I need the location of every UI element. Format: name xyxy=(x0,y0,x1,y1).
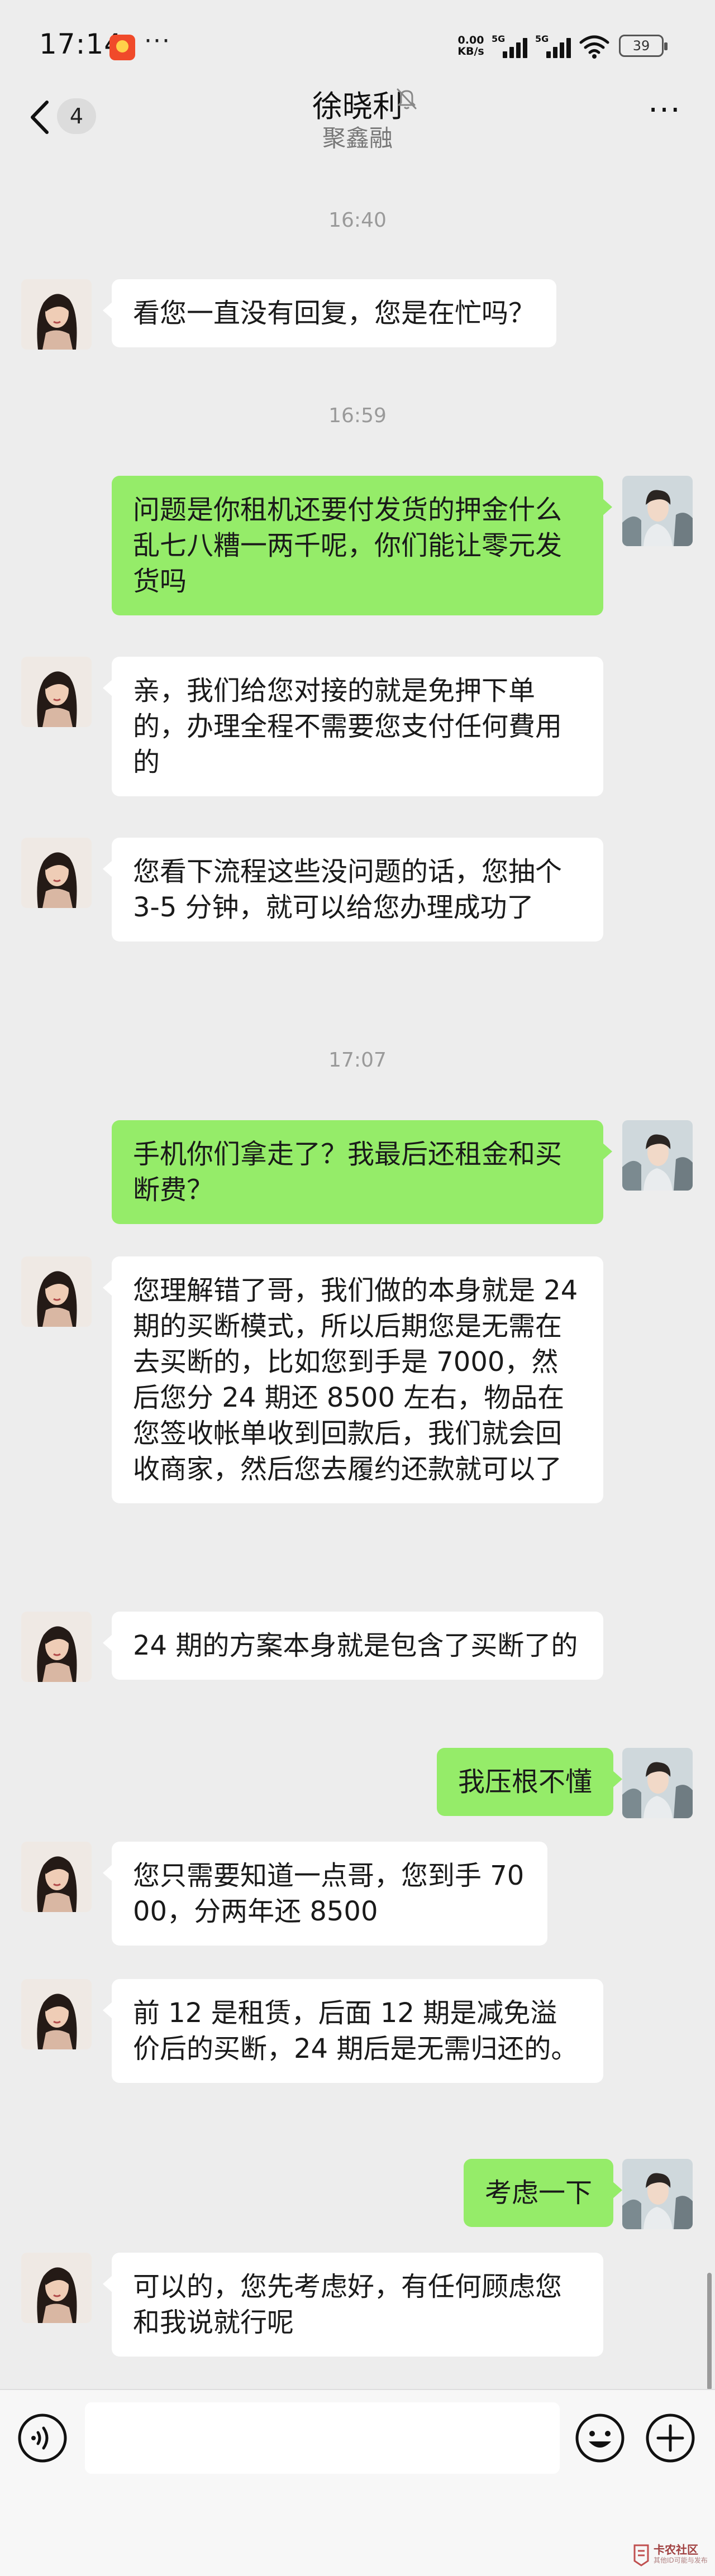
message-bubble-outgoing[interactable]: 我压根不懂 xyxy=(436,1748,623,1816)
chat-more-button[interactable]: ··· xyxy=(648,95,681,133)
my-avatar[interactable] xyxy=(622,2159,693,2229)
mute-bell-icon xyxy=(397,88,417,109)
sim1-label: 5G xyxy=(492,34,506,44)
contact-avatar-picture xyxy=(21,1256,92,1327)
emoji-icon[interactable] xyxy=(574,2412,626,2464)
contact-avatar[interactable] xyxy=(21,2253,92,2323)
message-input[interactable] xyxy=(85,2402,560,2474)
my-avatar[interactable] xyxy=(622,1748,693,1818)
back-arrow-icon[interactable] xyxy=(25,92,58,142)
contact-avatar[interactable] xyxy=(21,1842,92,1912)
my-avatar-picture xyxy=(622,476,693,546)
contact-avatar-picture xyxy=(21,838,92,908)
voice-input-icon[interactable] xyxy=(17,2412,68,2464)
message-bubble-incoming[interactable]: 看您一直没有回复，您是在忙吗？ xyxy=(102,279,557,347)
message-bubble-incoming[interactable]: 可以的，您先考虑好，有任何顾虑您和我说就行呢 xyxy=(103,2253,603,2357)
wifi-icon xyxy=(579,35,609,59)
contact-avatar[interactable] xyxy=(21,838,92,908)
contact-avatar-picture xyxy=(21,1979,92,2049)
contact-avatar-picture xyxy=(21,1842,92,1912)
message-bubble-outgoing[interactable]: 问题是你租机还要付发货的押金什么乱七八糟一两千呢，你们能让零元发货吗 xyxy=(112,476,612,615)
message-timestamp: 17:07 xyxy=(328,1049,387,1072)
community-watermark: 卡农社区 其他ID可能与发布 xyxy=(631,2540,709,2570)
my-avatar[interactable] xyxy=(622,476,693,546)
my-avatar-picture xyxy=(622,1120,693,1191)
message-bubble-incoming[interactable]: 您只需要知道一点哥，您到手 7000，分两年还 8500 xyxy=(103,1842,547,1946)
watermark-subtitle: 其他ID可能与发布 xyxy=(654,2556,708,2564)
contact-avatar-picture xyxy=(21,2253,92,2323)
my-avatar-picture xyxy=(622,2159,693,2229)
status-bar: 17:14 ··· 0.00 KB/s 5G 5G 39 xyxy=(0,0,715,95)
notification-app-icon xyxy=(109,35,135,60)
chat-scrollbar[interactable] xyxy=(707,2273,712,2390)
contact-avatar[interactable] xyxy=(21,1256,92,1327)
my-avatar-picture xyxy=(622,1748,693,1818)
contact-avatar[interactable] xyxy=(21,279,92,350)
contact-avatar[interactable] xyxy=(21,1979,92,2049)
signal-sim1-icon: 5G xyxy=(492,34,534,58)
unread-count-badge[interactable]: 4 xyxy=(57,98,96,134)
message-bubble-outgoing[interactable]: 考虑一下 xyxy=(463,2159,623,2227)
contact-avatar[interactable] xyxy=(21,657,92,727)
contact-company: 聚鑫融 xyxy=(322,125,393,152)
contact-avatar-picture xyxy=(21,279,92,350)
battery-icon: 39 xyxy=(619,35,668,57)
network-speed: 0.00 KB/s xyxy=(454,35,488,57)
message-bubble-incoming[interactable]: 前 12 是租赁，后面 12 期是减免溢价后的买断，24 期后是无需归还的。 xyxy=(103,1979,603,2083)
contact-avatar[interactable] xyxy=(21,1612,92,1682)
message-bubble-incoming[interactable]: 24 期的方案本身就是包含了买断了的 xyxy=(103,1612,603,1680)
message-bubble-outgoing[interactable]: 手机你们拿走了？我最后还租金和买断费？ xyxy=(112,1120,612,1224)
network-speed-value: 0.00 xyxy=(457,34,484,46)
sim2-label: 5G xyxy=(535,34,549,44)
notification-more-icon: ··· xyxy=(144,27,171,55)
watermark-logo-icon xyxy=(633,2544,649,2567)
message-timestamp: 16:59 xyxy=(328,404,387,427)
watermark-title: 卡农社区 xyxy=(654,2543,698,2556)
add-more-icon[interactable] xyxy=(645,2412,696,2464)
message-bubble-incoming[interactable]: 您理解错了哥，我们做的本身就是 24 期的买断模式，所以后期您是无需在去买断的，… xyxy=(103,1256,603,1503)
message-bubble-incoming[interactable]: 您看下流程这些没问题的话，您抽个 3-5 分钟，就可以给您办理成功了 xyxy=(103,838,603,941)
signal-sim2-icon: 5G xyxy=(535,34,578,58)
contact-avatar-picture xyxy=(21,1612,92,1682)
message-timestamp: 16:40 xyxy=(328,209,387,232)
network-speed-unit: KB/s xyxy=(457,45,484,58)
my-avatar[interactable] xyxy=(622,1120,693,1191)
contact-avatar-picture xyxy=(21,657,92,727)
message-bubble-incoming[interactable]: 亲，我们给您对接的就是免押下单的，办理全程不需要您支付任何費用的 xyxy=(103,657,603,796)
